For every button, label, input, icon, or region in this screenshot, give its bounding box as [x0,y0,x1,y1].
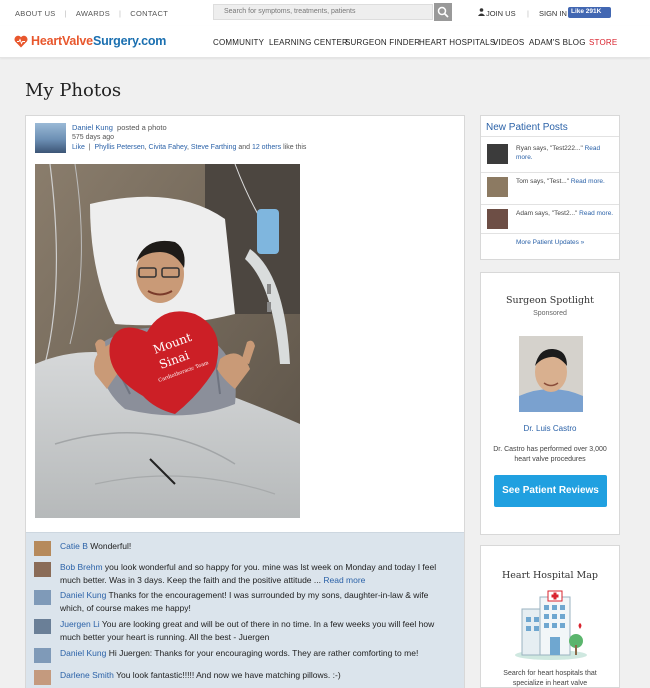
avatar[interactable] [34,670,51,685]
like-link[interactable]: Like [72,144,85,151]
surgeon-photo[interactable] [519,336,583,412]
contact-link[interactable]: CONTACT [130,9,168,18]
avatar[interactable] [487,209,508,229]
comment-text: Thanks for the encouragement! I was surr… [60,590,429,613]
hospital-photo-illustration: Mount Sinai Cardiothoracic Team [35,164,300,518]
heart-hospital-map-widget: Heart Hospital Map Search for heart hosp… [480,545,620,688]
divider [481,172,619,173]
sponsored-label: Sponsored [533,310,567,317]
comment-text: Hi Juergen: Thanks for your encouraging … [108,648,419,658]
like-suffix: like this [283,144,307,151]
nav-store[interactable]: STORE [589,38,617,47]
divider [481,233,619,234]
likes-line: Like | Phyllis Petersen, Civita Fahey, S… [72,144,307,151]
post-snippet: Ryan says, "Test222..." [516,145,583,152]
top-links: ABOUT US | AWARDS | CONTACT [15,9,168,18]
commenter-name-link[interactable]: Darlene Smith [60,670,114,680]
liker-link[interactable]: Phyllis Petersen [94,144,144,151]
read-more-link[interactable]: Read more. [579,210,613,217]
post-photo[interactable]: Mount Sinai Cardiothoracic Team [35,164,300,518]
logo-text: HeartValveSurgery.com [31,34,166,48]
divider [481,204,619,205]
nav-videos[interactable]: VIDEOS [493,38,524,47]
liker-link[interactable]: Steve Farthing [191,144,237,151]
comment-text: You are looking great and will be out of… [60,619,435,642]
page-title: My Photos [25,80,122,101]
more-patient-updates-link[interactable]: More Patient Updates » [516,239,584,246]
post-snippet: Adam says, "Test2..." [516,210,578,217]
heart-logo-icon [14,35,28,48]
nav-heart-hospitals[interactable]: HEART HOSPITALS [419,38,495,47]
avatar[interactable] [487,144,508,164]
post-header: Daniel Kung posted a photo [72,123,167,132]
search-input[interactable]: Search for symptoms, treatments, patient… [213,4,433,20]
divider: | [64,9,67,18]
see-patient-reviews-button[interactable]: See Patient Reviews [494,475,607,507]
post-action: posted a photo [117,123,167,132]
liker-link[interactable]: Civita Fahey [149,144,187,151]
divider: | [527,9,529,18]
comment: Daniel Kung Hi Juergen: Thanks for your … [34,647,454,663]
read-more-link[interactable]: Read more [323,575,365,585]
comment-text: You look fantastic!!!!! And now we have … [116,670,341,680]
avatar[interactable] [34,648,51,663]
post-snippet: Tom says, "Test..." [516,178,570,185]
comments-section: Catie B Wonderful! Bob Brehm you look wo… [26,532,464,688]
avatar[interactable] [487,177,508,197]
and-text: and [238,144,250,151]
user-icon [478,8,485,16]
poster-name-link[interactable]: Daniel Kung [72,123,113,132]
logo-part2: Surgery.com [92,34,167,48]
divider: | [119,9,122,18]
sign-in-link[interactable]: SIGN IN [539,9,567,18]
main-nav: HeartValveSurgery.com COMMUNITY LEARNING… [0,26,650,58]
hospital-building-icon [515,590,587,660]
read-more-link[interactable]: Read more. [571,178,605,185]
nav-adams-blog[interactable]: ADAM'S BLOG [529,38,586,47]
commenter-name-link[interactable]: Juergen Li [60,619,100,629]
widget-title: Heart Hospital Map [502,570,598,581]
commenter-name-link[interactable]: Daniel Kung [60,590,106,600]
search-icon [437,6,449,18]
awards-link[interactable]: AWARDS [76,9,110,18]
commenter-name-link[interactable]: Bob Brehm [60,562,103,572]
widget-title: New Patient Posts [486,122,568,133]
comment-text: Wonderful! [90,541,132,551]
comment: Catie B Wonderful! [34,540,454,556]
nav-community[interactable]: COMMUNITY [213,38,264,47]
top-utility-bar: ABOUT US | AWARDS | CONTACT Search for sympt… [0,0,650,26]
comment: Darlene Smith You look fantastic!!!!! An… [34,669,454,685]
others-link[interactable]: 12 others [252,144,281,151]
hospital-map-description: Search for heart hospitals that speciali… [503,670,597,687]
hospital-illustration[interactable] [514,589,588,666]
about-us-link[interactable]: ABOUT US [15,9,56,18]
commenter-name-link[interactable]: Catie B [60,541,88,551]
search-button[interactable] [434,3,452,21]
facebook-like-button[interactable]: Like 291K [568,7,611,18]
comment: Juergen Li You are looking great and wil… [34,618,454,643]
widget-title: Surgeon Spotlight [506,295,594,306]
avatar[interactable] [34,562,51,577]
nav-learning-center[interactable]: LEARNING CENTER [269,38,348,47]
surgeon-spotlight-widget: Surgeon Spotlight Sponsored Dr. Luis Cas… [480,272,620,535]
new-patient-posts-widget: New Patient Posts Ryan says, "Test222...… [480,115,620,260]
commenter-name-link[interactable]: Daniel Kung [60,648,106,658]
join-us-link[interactable]: JOIN US [486,9,516,18]
comment-text: you look wonderful and so happy for you.… [60,562,437,585]
avatar[interactable] [34,541,51,556]
avatar[interactable] [34,590,51,605]
surgeon-portrait [519,336,583,412]
nav-surgeon-finder[interactable]: SURGEON FINDER [345,38,420,47]
comment: Bob Brehm you look wonderful and so happ… [34,561,454,586]
comment: Daniel Kung Thanks for the encouragement… [34,589,454,614]
logo-part1: HeartValve [31,34,93,48]
post-timestamp: 575 days ago [72,134,115,141]
photo-post-card: Daniel Kung posted a photo 575 days ago … [25,115,465,688]
avatar[interactable] [34,619,51,634]
avatar[interactable] [35,123,66,153]
surgeon-name-link[interactable]: Dr. Luis Castro [481,424,619,433]
surgeon-description: Dr. Castro has performed over 3,000 hear… [493,446,607,463]
divider [481,136,619,137]
